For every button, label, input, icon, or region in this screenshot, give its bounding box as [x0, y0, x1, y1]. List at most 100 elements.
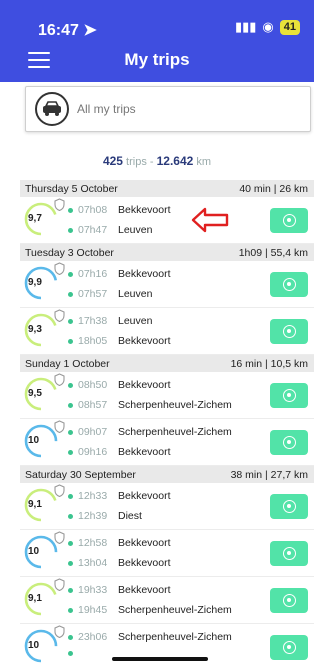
trip-start: 17h38 Leuven — [68, 315, 152, 327]
trip-end: 13h04 Bekkevoort — [68, 557, 171, 569]
status-time: 16:47 ➤ — [38, 20, 97, 40]
trip-score: 9,3 — [28, 324, 42, 335]
comment-icon — [282, 641, 296, 654]
end-dot — [68, 651, 73, 656]
end-dot — [68, 607, 73, 613]
end-time: 12h39 — [78, 510, 108, 522]
trip-row[interactable]: 9,7 07h08 Bekkevoort 07h47 Leuven — [20, 197, 314, 244]
start-place: Scherpenheuvel-Zichem — [118, 631, 232, 643]
shield-icon — [54, 625, 65, 643]
comment-icon — [282, 547, 296, 560]
trip-score: 9,1 — [28, 593, 42, 604]
end-place: Diest — [118, 510, 142, 522]
day-summary: 16 min | 10,5 km — [230, 357, 308, 370]
trip-score: 9,7 — [28, 213, 42, 224]
end-dot — [68, 513, 73, 519]
end-dot — [68, 338, 73, 344]
location-arrow-icon: ➤ — [83, 22, 97, 39]
end-time: 08h57 — [78, 399, 108, 411]
shield-icon — [54, 484, 65, 502]
comment-button[interactable] — [270, 635, 308, 660]
day-label: Thursday 5 October — [25, 182, 118, 195]
end-dot — [68, 560, 73, 566]
start-dot — [68, 540, 73, 546]
trip-filter-select[interactable]: All my trips — [25, 86, 311, 132]
total-distance: 12.642 — [156, 154, 194, 168]
end-time: 13h04 — [78, 557, 108, 569]
comment-button[interactable] — [270, 208, 308, 233]
day-summary: 40 min | 26 km — [239, 182, 308, 195]
start-time: 09h07 — [78, 426, 108, 438]
distance-unit: km — [196, 156, 212, 168]
day-label: Saturday 30 September — [25, 468, 136, 481]
comment-button[interactable] — [270, 383, 308, 408]
trip-row[interactable]: 9,3 17h38 Leuven 18h05 Bekkevoort — [20, 308, 314, 355]
comment-button[interactable] — [270, 588, 308, 613]
shield-icon — [54, 531, 65, 549]
comment-button[interactable] — [270, 272, 308, 297]
shield-icon — [54, 373, 65, 391]
page-title: My trips — [124, 50, 190, 69]
clock: 16:47 — [38, 22, 79, 39]
shield-icon — [54, 420, 65, 438]
car-icon — [35, 92, 69, 126]
start-dot — [68, 429, 73, 435]
start-dot — [68, 382, 73, 388]
trip-summary: 425 trips - 12.642 km — [102, 154, 212, 168]
start-time: 17h38 — [78, 315, 108, 327]
trip-start: 12h33 Bekkevoort — [68, 490, 171, 502]
trip-row[interactable]: 9,1 12h33 Bekkevoort 12h39 Diest — [20, 483, 314, 530]
shield-icon — [54, 309, 65, 327]
trip-row[interactable]: 10 09h07 Scherpenheuvel-Zichem 09h16 Bekkevo… — [20, 419, 314, 466]
end-dot — [68, 402, 73, 408]
trip-row[interactable]: 9,9 07h16 Bekkevoort 07h57 Leuven — [20, 261, 314, 308]
start-place: Bekkevoort — [118, 584, 171, 596]
shield-icon — [54, 262, 65, 280]
end-place: Scherpenheuvel-Zichem — [118, 604, 232, 616]
trip-start: 07h16 Bekkevoort — [68, 268, 171, 280]
start-place: Bekkevoort — [118, 379, 171, 391]
signal-icon: ▮▮▮ — [234, 19, 257, 34]
comment-button[interactable] — [270, 319, 308, 344]
comment-icon — [282, 325, 296, 338]
comment-icon — [282, 594, 296, 607]
trip-score: 9,9 — [28, 277, 42, 288]
end-time: 07h47 — [78, 224, 108, 236]
comment-icon — [282, 500, 296, 513]
trip-end: 07h57 Leuven — [68, 288, 152, 300]
start-place: Leuven — [118, 315, 153, 327]
trip-row[interactable]: 9,1 19h33 Bekkevoort 19h45 Scherpenheuvel-Zi… — [20, 577, 314, 624]
wifi-icon: ◉ — [262, 19, 274, 34]
start-dot — [68, 318, 73, 324]
trip-end: 07h47 Leuven — [68, 224, 152, 236]
start-place: Scherpenheuvel-Zichem — [118, 426, 232, 438]
comment-icon — [282, 278, 296, 291]
trip-score: 10 — [28, 546, 40, 557]
comment-button[interactable] — [270, 430, 308, 455]
comment-button[interactable] — [270, 494, 308, 519]
end-place: Leuven — [118, 288, 153, 300]
end-dot — [68, 227, 73, 233]
end-place: Bekkevoort — [118, 557, 171, 569]
start-time: 08h50 — [78, 379, 108, 391]
start-dot — [68, 493, 73, 499]
end-time: 19h45 — [78, 604, 108, 616]
trip-start: 09h07 Scherpenheuvel-Zichem — [68, 426, 232, 438]
trip-row[interactable]: 10 12h58 Bekkevoort 13h04 Bekkevoort — [20, 530, 314, 577]
shield-icon — [54, 578, 65, 596]
trip-end: 09h16 Bekkevoort — [68, 446, 171, 458]
red-arrow-icon — [191, 207, 229, 238]
comment-icon — [282, 214, 296, 227]
start-time: 07h16 — [78, 268, 108, 280]
filter-label: All my trips — [77, 102, 136, 116]
trip-row[interactable]: 9,5 08h50 Bekkevoort 08h57 Scherpenheuvel-Zi… — [20, 372, 314, 419]
start-time: 19h33 — [78, 584, 108, 596]
trip-end: 08h57 Scherpenheuvel-Zichem — [68, 399, 232, 411]
trip-count: 425 — [102, 154, 123, 168]
comment-button[interactable] — [270, 541, 308, 566]
shield-icon — [54, 198, 65, 216]
start-dot — [68, 587, 73, 593]
start-dot — [68, 271, 73, 277]
comment-icon — [282, 436, 296, 449]
day-summary: 38 min | 27,7 km — [230, 468, 308, 481]
